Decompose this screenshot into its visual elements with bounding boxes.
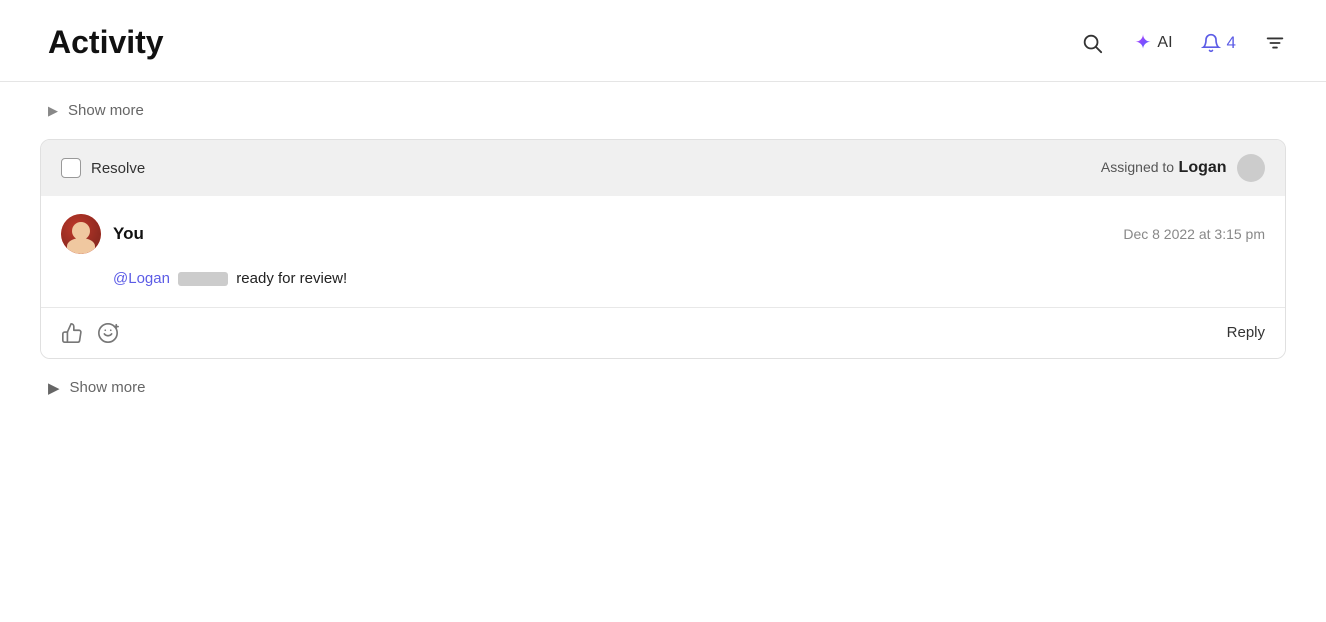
notification-button[interactable]: 4 xyxy=(1201,33,1236,53)
author-name: You xyxy=(113,224,144,244)
comment-meta: You Dec 8 2022 at 3:15 pm xyxy=(61,214,1265,254)
ai-button[interactable]: ✦ AI xyxy=(1135,30,1173,55)
filter-button[interactable] xyxy=(1264,32,1286,54)
avatar-face xyxy=(61,214,101,254)
thumbsup-button[interactable] xyxy=(61,322,83,344)
show-more-bottom[interactable]: ▶ Show more xyxy=(40,359,1286,413)
assigned-name: Logan xyxy=(1179,159,1227,176)
search-icon xyxy=(1081,32,1103,54)
reply-button[interactable]: Reply xyxy=(1227,324,1265,341)
resolve-label[interactable]: Resolve xyxy=(91,160,145,177)
comment-body: You Dec 8 2022 at 3:15 pm @Logan ready f… xyxy=(41,196,1285,308)
comment-timestamp: Dec 8 2022 at 3:15 pm xyxy=(1123,226,1265,242)
show-more-bottom-label: Show more xyxy=(70,379,146,396)
assigned-avatar xyxy=(1237,154,1265,182)
emoji-add-button[interactable] xyxy=(97,322,119,344)
chevron-right-icon: ▶ xyxy=(48,103,58,119)
search-button[interactable] xyxy=(1077,28,1107,58)
assigned-section: Assigned to Logan xyxy=(1101,154,1265,182)
activity-header: Activity ✦ AI 4 xyxy=(0,0,1326,82)
mention-link[interactable]: @Logan xyxy=(113,270,170,287)
header-actions: ✦ AI 4 xyxy=(1077,28,1286,58)
assigned-prefix: Assigned to xyxy=(1101,159,1174,175)
filter-icon xyxy=(1264,32,1286,54)
activity-card: Resolve Assigned to Logan You Dec 8 2022… xyxy=(40,139,1286,359)
emoji-add-icon xyxy=(97,322,119,344)
avatar xyxy=(61,214,101,254)
comment-text-after: ready for review! xyxy=(236,270,347,287)
ai-label: AI xyxy=(1157,34,1172,52)
resolve-checkbox[interactable] xyxy=(61,158,81,178)
page-title: Activity xyxy=(48,24,164,61)
blurred-name xyxy=(178,272,228,286)
comment-author: You xyxy=(61,214,144,254)
reaction-buttons xyxy=(61,322,119,344)
show-more-top-label: Show more xyxy=(68,102,144,119)
comment-text: @Logan ready for review! xyxy=(61,268,1265,291)
notification-count: 4 xyxy=(1227,33,1236,53)
thumbsup-icon xyxy=(61,322,83,344)
card-header: Resolve Assigned to Logan xyxy=(41,140,1285,196)
resolve-section: Resolve xyxy=(61,158,145,178)
bell-icon xyxy=(1201,33,1221,53)
chevron-right-icon-bottom: ▶ xyxy=(48,379,60,397)
show-more-top[interactable]: ▶ Show more xyxy=(40,82,1286,139)
sparkle-icon: ✦ xyxy=(1135,30,1152,55)
activity-content: ▶ Show more Resolve Assigned to Logan xyxy=(0,82,1326,413)
comment-actions: Reply xyxy=(41,308,1285,358)
